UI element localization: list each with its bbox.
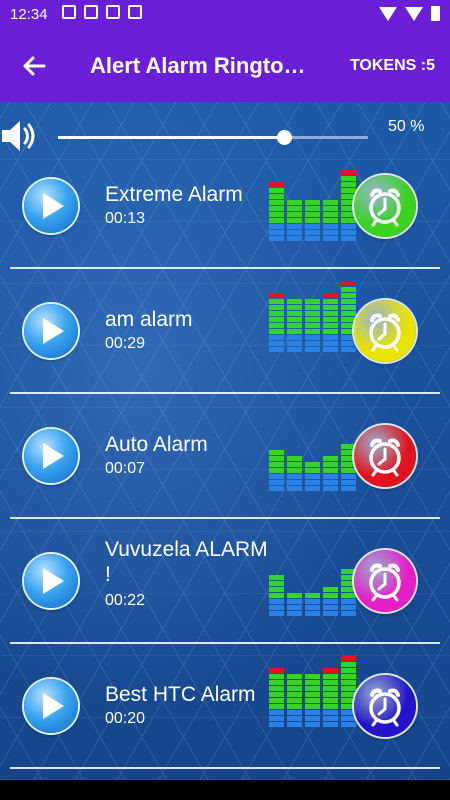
notification-icon — [62, 5, 76, 19]
equalizer-icon — [269, 281, 356, 352]
ringtone-row[interactable]: Best HTC Alarm 00:20 — [0, 656, 450, 780]
volume-value: 50 % — [388, 118, 425, 135]
equalizer-bar — [269, 667, 284, 727]
equalizer-bar — [305, 673, 320, 727]
alarm-clock-icon — [369, 188, 401, 227]
notification-icons — [62, 5, 142, 19]
alarm-clock-icon — [369, 313, 401, 352]
equalizer-bar — [341, 280, 356, 352]
equalizer-icon — [269, 421, 356, 491]
equalizer-bar — [341, 655, 356, 727]
equalizer-bar — [269, 181, 284, 241]
ringtone-title: Extreme Alarm — [105, 183, 243, 206]
row-divider — [10, 267, 440, 269]
equalizer-bar — [305, 592, 320, 616]
volume-slider[interactable] — [58, 130, 368, 145]
ringtone-duration: 00:22 — [105, 592, 146, 609]
status-time: 12:34 — [10, 6, 48, 23]
set-alarm-button[interactable] — [354, 675, 416, 737]
speaker-icon[interactable] — [0, 116, 40, 156]
row-divider — [10, 642, 440, 644]
ringtone-row[interactable]: am alarm 00:29 — [0, 281, 450, 412]
app-bar: Alert Alarm Ringto… TOKENS :5 — [0, 30, 450, 102]
ringtone-duration: 00:07 — [105, 460, 146, 477]
ringtone-title: Vuvuzela ALARM ! — [105, 538, 268, 586]
set-alarm-button[interactable] — [354, 425, 416, 487]
play-icon — [43, 443, 64, 469]
set-alarm-button[interactable] — [354, 550, 416, 612]
ringtone-row[interactable]: Extreme Alarm 00:13 — [0, 162, 450, 287]
alarm-clock-icon — [369, 563, 401, 602]
wifi-icon — [379, 6, 397, 21]
notification-icon — [128, 5, 142, 19]
equalizer-bar — [323, 455, 338, 491]
play-button[interactable] — [24, 179, 78, 233]
play-button[interactable] — [24, 679, 78, 733]
ringtone-row[interactable]: Auto Alarm 00:07 — [0, 412, 450, 537]
equalizer-bar — [323, 199, 338, 241]
equalizer-bar — [287, 592, 302, 616]
equalizer-bar — [287, 298, 302, 352]
equalizer-bar — [269, 574, 284, 616]
ringtone-duration: 00:29 — [105, 335, 146, 352]
alarm-clock-icon — [369, 688, 401, 727]
equalizer-icon — [269, 546, 356, 616]
sd-card-icon — [106, 5, 120, 19]
set-alarm-button[interactable] — [354, 175, 416, 237]
equalizer-bar — [287, 455, 302, 491]
row-divider — [10, 767, 440, 769]
equalizer-bar — [305, 461, 320, 491]
equalizer-bar — [305, 199, 320, 241]
alarm-clock-icon — [369, 438, 401, 477]
ringtone-title: am alarm — [105, 308, 193, 331]
equalizer-bar — [287, 199, 302, 241]
volume-control: 50 % — [0, 102, 450, 162]
equalizer-bar — [287, 673, 302, 727]
play-button[interactable] — [24, 554, 78, 608]
ringtone-duration: 00:13 — [105, 210, 146, 227]
ringtone-title: Auto Alarm — [105, 433, 208, 456]
play-button[interactable] — [24, 429, 78, 483]
ringtone-row[interactable]: Vuvuzela ALARM ! 00:22 — [0, 537, 450, 662]
equalizer-bar — [323, 667, 338, 727]
row-divider — [10, 517, 440, 519]
ringtone-title: Best HTC Alarm — [105, 683, 256, 706]
equalizer-icon — [269, 656, 356, 727]
set-alarm-button[interactable] — [354, 300, 416, 362]
ringtone-list-area: 50 % Extreme Alarm 00:13 am alarm 00:29 Auto… — [0, 102, 450, 780]
equalizer-icon — [269, 170, 356, 241]
notification-icon — [84, 5, 98, 19]
system-icons — [379, 6, 440, 21]
system-nav-bar — [0, 780, 450, 800]
play-icon — [43, 318, 64, 344]
page-title: Alert Alarm Ringto… — [90, 53, 306, 78]
battery-icon — [431, 6, 440, 21]
tokens-counter[interactable]: TOKENS :5 — [350, 57, 435, 75]
ringtone-duration: 00:20 — [105, 710, 146, 727]
play-icon — [43, 193, 64, 219]
volume-slider-fill — [58, 136, 285, 139]
equalizer-bar — [269, 292, 284, 352]
equalizer-bar — [269, 449, 284, 491]
signal-icon — [405, 6, 423, 21]
back-arrow-icon[interactable] — [18, 50, 50, 82]
equalizer-bar — [323, 586, 338, 616]
play-button[interactable] — [24, 304, 78, 358]
play-icon — [43, 693, 64, 719]
volume-slider-thumb[interactable] — [277, 130, 293, 145]
row-divider — [10, 392, 440, 394]
play-icon — [43, 568, 64, 594]
equalizer-bar — [305, 298, 320, 352]
equalizer-bar — [323, 292, 338, 352]
status-bar: 12:34 — [0, 0, 450, 30]
